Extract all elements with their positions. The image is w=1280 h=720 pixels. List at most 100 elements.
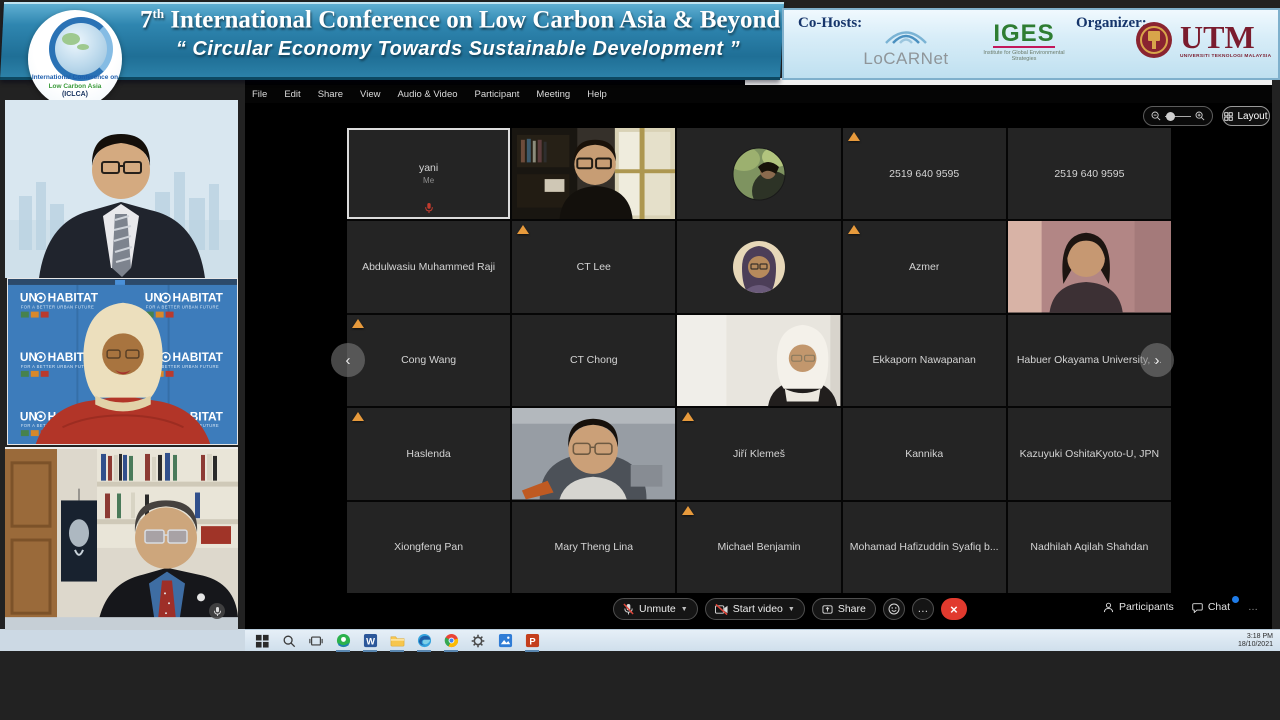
start-taskbar-icon[interactable] [254,633,270,649]
presenter-video-presenter-bookshelf[interactable] [5,447,238,630]
edge-taskbar-icon[interactable] [416,633,432,649]
participant-tile[interactable] [677,128,840,219]
iges-wordmark: IGES [993,22,1054,48]
video-feed [5,100,238,278]
menu-item-view[interactable]: View [360,89,380,100]
conference-subtitle: “ Circular Economy Towards Sustainable D… [140,38,776,61]
camera-off-icon [715,604,728,615]
webex-meeting-window: File Edit Share View Audio & Video Participan… [245,78,1272,629]
participant-name: Abdulwasiu Muhammed Raji [362,261,495,273]
webex-taskbar-icon[interactable] [335,633,351,649]
muted-mic-icon [424,202,434,214]
svg-text:FOR A BETTER URBAN FUTURE: FOR A BETTER URBAN FUTURE [146,305,219,310]
zoom-slider[interactable] [1165,116,1191,117]
zoom-slider-knob[interactable] [1166,112,1175,121]
layout-button[interactable]: Layout [1222,106,1270,126]
participant-tile-nadhilah-aqilah-shahdan[interactable]: Nadhilah Aqilah Shahdan [1008,502,1171,593]
next-page-button[interactable]: › [1140,343,1174,377]
participant-tile[interactable] [677,315,840,406]
unmute-label: Unmute [639,603,676,615]
participant-tile[interactable] [512,128,675,219]
zoom-out-icon[interactable] [1151,111,1161,121]
taskbar-left-strip [0,629,245,651]
svg-text:HABITAT: HABITAT [48,291,99,305]
warning-triangle-icon [848,225,860,234]
settings-taskbar-icon[interactable] [470,633,486,649]
participant-tile-xiongfeng-pan[interactable]: Xiongfeng Pan [347,502,510,593]
taskbar-clock[interactable]: 3:18 PM 18/10/2021 [1238,633,1280,649]
chat-button[interactable]: Chat [1192,601,1230,613]
menu-item-help[interactable]: Help [587,89,607,100]
chevron-down-icon[interactable]: ▼ [681,606,688,613]
participant-tile[interactable] [677,221,840,312]
participant-name: Michael Benjamin [718,541,801,553]
menu-item-meeting[interactable]: Meeting [536,89,570,100]
menu-item-audio-video[interactable]: Audio & Video [397,89,457,100]
participant-tile-michael-benjamin[interactable]: Michael Benjamin [677,502,840,593]
start-video-button[interactable]: Start video ▼ [705,598,805,620]
participants-label: Participants [1119,601,1174,613]
utm-subtitle: UNIVERSITI TEKNOLOGI MALAYSIA [1180,54,1271,59]
menu-item-edit[interactable]: Edit [284,89,300,100]
iclca-logo: International Conference on Low Carbon A… [28,10,122,108]
reactions-button[interactable] [883,598,905,620]
participant-tile-azmer[interactable]: Azmer [843,221,1006,312]
participant-tile-ji-kleme[interactable]: Jiří Klemeš [677,408,840,499]
participants-icon [1103,602,1114,613]
participant-tile-abdulwasiu-muhammed-raji[interactable]: Abdulwasiu Muhammed Raji [347,221,510,312]
more-panels-button[interactable]: … [1248,602,1258,613]
chat-label: Chat [1208,601,1230,613]
more-options-button[interactable]: … [912,598,934,620]
iclca-caption-line2: Low Carbon Asia [28,83,122,92]
participant-tile-ct-lee[interactable]: CT Lee [512,221,675,312]
participant-tile-ct-chong[interactable]: CT Chong [512,315,675,406]
grid-zoom-control[interactable] [1143,106,1213,126]
participant-tile-2519-640-9595[interactable]: 2519 640 9595 [1008,128,1171,219]
participant-name: CT Lee [577,261,611,273]
participant-tile-kazuyuki-oshitakyoto-u-jpn[interactable]: Kazuyuki OshitaKyoto-U, JPN [1008,408,1171,499]
previous-page-button[interactable]: ‹ [331,343,365,377]
share-label: Share [838,603,866,615]
muted-mic-icon [209,603,225,619]
svg-text:HABITAT: HABITAT [173,350,224,364]
word-taskbar-icon[interactable]: W [362,633,378,649]
presenter-video-presenter-suit[interactable] [5,100,238,278]
powerpoint-taskbar-icon[interactable]: P [524,633,540,649]
presenter-video-presenter-unhabitat[interactable]: UN HABITAT FOR A BETTER URBAN FUTURE UN … [7,278,238,445]
participant-tile-2519-640-9595[interactable]: 2519 640 9595 [843,128,1006,219]
chevron-down-icon[interactable]: ▼ [788,606,795,613]
svg-text:FOR A BETTER URBAN FUTURE: FOR A BETTER URBAN FUTURE [21,364,94,369]
participant-tile-ekkaporn-nawapanan[interactable]: Ekkaporn Nawapanan [843,315,1006,406]
participant-tile[interactable] [1008,221,1171,312]
participant-grid: yaniMe 2519 640 9595 2519 640 9595 Abdulwa… [347,128,1171,593]
file-explorer-taskbar-icon[interactable] [389,633,405,649]
participant-tile-kannika[interactable]: Kannika [843,408,1006,499]
chrome-taskbar-icon[interactable] [443,633,459,649]
participant-tile-mary-theng-lina[interactable]: Mary Theng Lina [512,502,675,593]
task-view-taskbar-icon[interactable] [308,633,324,649]
svg-text:P: P [529,636,535,646]
zoom-in-icon[interactable] [1195,111,1205,121]
unmute-button[interactable]: Unmute ▼ [613,598,698,620]
participant-name: yani [419,162,438,174]
warning-triangle-icon [517,225,529,234]
participant-tile[interactable] [512,408,675,499]
participant-tile-mohamad-hafizuddin-syafiq-b[interactable]: Mohamad Hafizuddin Syafiq b... [843,502,1006,593]
menu-item-participant[interactable]: Participant [475,89,520,100]
utm-logo: UTM UNIVERSITI TEKNOLOGI MALAYSIA [1134,20,1271,60]
participant-tile-haslenda[interactable]: Haslenda [347,408,510,499]
participant-name: Mohamad Hafizuddin Syafiq b... [850,541,999,553]
leave-meeting-button[interactable]: × [941,598,967,620]
menu-item-share[interactable]: Share [318,89,343,100]
participant-tile-cong-wang[interactable]: Cong Wang [347,315,510,406]
participants-button[interactable]: Participants [1103,601,1174,613]
svg-text:FOR A BETTER URBAN FUTURE: FOR A BETTER URBAN FUTURE [21,305,94,310]
participant-tile-yani[interactable]: yaniMe [347,128,510,219]
video-feed [5,449,238,630]
participant-name: 2519 640 9595 [889,168,959,180]
menu-item-file[interactable]: File [252,89,267,100]
clock-date: 18/10/2021 [1238,641,1273,649]
photos-taskbar-icon[interactable] [497,633,513,649]
search-taskbar-icon[interactable] [281,633,297,649]
share-button[interactable]: Share [812,598,876,620]
